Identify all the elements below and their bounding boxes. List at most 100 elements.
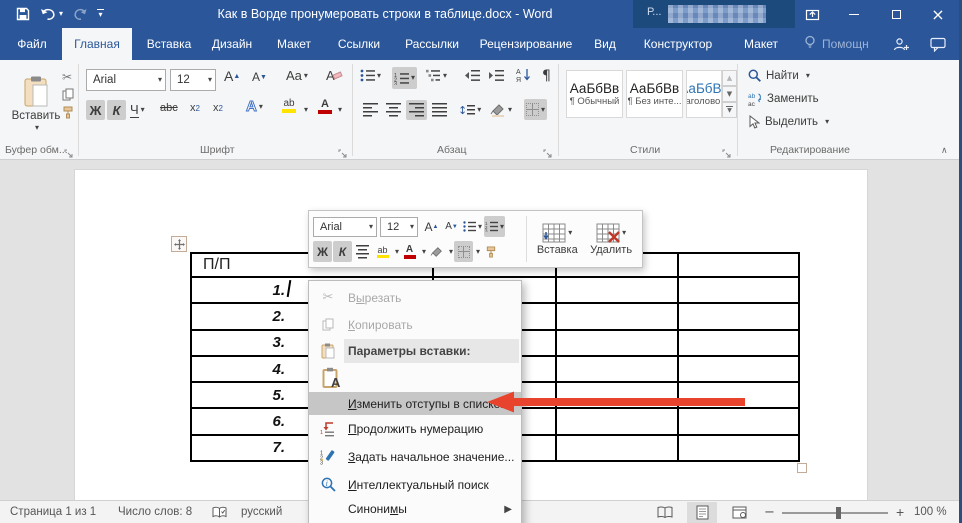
sort-button[interactable]: АЯ (516, 67, 531, 82)
tab-view[interactable]: Вид (583, 28, 627, 60)
comments-icon[interactable] (930, 28, 946, 60)
mini-highlight-button[interactable]: ab (373, 241, 392, 262)
justify-button[interactable] (429, 100, 450, 120)
tab-mailings[interactable]: Рассылки (396, 28, 468, 60)
maximize-button[interactable] (875, 0, 917, 28)
tab-table-design[interactable]: Конструктор (638, 28, 718, 60)
grow-font-button[interactable]: A▲ (224, 68, 240, 84)
table-cell[interactable] (679, 304, 800, 330)
menu-item-paste-keep-text[interactable]: A (309, 364, 521, 392)
superscript-button[interactable]: x2 (213, 102, 223, 114)
font-size-combo[interactable]: 12▾ (170, 69, 216, 91)
close-button[interactable]: × (917, 0, 959, 28)
mini-font-color-button[interactable]: А (400, 241, 419, 262)
tab-table-layout[interactable]: Макет (732, 28, 790, 60)
italic-button[interactable]: К (107, 100, 126, 120)
mini-borders-dropdown-icon[interactable]: ▾ (476, 248, 480, 256)
align-left-button[interactable] (360, 100, 381, 120)
mini-font-color-dropdown-icon[interactable]: ▾ (422, 248, 426, 256)
mini-shading-dropdown-icon[interactable]: ▾ (449, 248, 453, 256)
menu-item-synonyms[interactable]: Синонимы ▶ (309, 498, 521, 520)
tab-review[interactable]: Рецензирование (474, 28, 578, 60)
bold-button[interactable]: Ж (86, 100, 105, 120)
select-button[interactable]: Выделить▾ (748, 115, 829, 129)
mini-font-size-combo[interactable]: 12▾ (380, 217, 418, 237)
menu-item-smart-lookup[interactable]: i Интеллектуальный поиск (309, 471, 521, 498)
zoom-slider-track[interactable] (782, 512, 888, 514)
language-indicator[interactable]: русский (241, 501, 282, 523)
table-cell[interactable] (557, 436, 679, 462)
zoom-in-button[interactable]: + (896, 501, 904, 523)
ribbon-display-options-icon[interactable] (791, 0, 833, 28)
table-cell[interactable] (557, 304, 679, 330)
mini-shading-button[interactable] (427, 241, 446, 262)
mini-grow-font-button[interactable]: A▲ (422, 216, 441, 237)
change-case-button[interactable]: Aa▾ (286, 68, 308, 83)
subscript-button[interactable]: x2 (190, 102, 200, 114)
mini-delete-table-button[interactable]: ▾ Удалить (584, 214, 638, 264)
styles-scroll-up-icon[interactable]: ▲ (722, 70, 737, 86)
zoom-slider-thumb[interactable] (836, 507, 841, 519)
borders-button[interactable]: ▾ (524, 99, 547, 120)
font-color-dropdown-icon[interactable]: ▾ (338, 106, 342, 114)
numbering-button[interactable]: 123▾ (392, 67, 417, 89)
table-cell[interactable] (679, 436, 800, 462)
mini-format-painter-icon[interactable] (481, 241, 500, 262)
table-cell[interactable] (557, 331, 679, 357)
styles-scroll-down-icon[interactable]: ▼ (722, 86, 737, 102)
format-painter-icon[interactable] (62, 106, 74, 119)
styles-dialog-launcher-icon[interactable] (722, 145, 732, 155)
table-cell[interactable] (679, 357, 800, 383)
table-cell[interactable] (679, 331, 800, 357)
tell-me-help[interactable]: Помощн (804, 28, 869, 60)
cut-icon[interactable]: ✂ (62, 70, 72, 84)
undo-dropdown-icon[interactable]: ▾ (59, 10, 63, 18)
save-icon[interactable] (16, 7, 30, 21)
mini-align-center-button[interactable] (353, 241, 372, 262)
tab-insert[interactable]: Вставка (140, 28, 198, 60)
print-layout-icon[interactable] (687, 502, 717, 523)
table-resize-handle[interactable] (797, 463, 807, 473)
increase-indent-button[interactable] (488, 69, 504, 82)
clear-formatting-button[interactable]: A (326, 68, 342, 83)
shading-button[interactable]: ▾ (490, 100, 512, 120)
align-center-button[interactable] (383, 100, 404, 120)
zoom-out-button[interactable]: − (764, 501, 775, 523)
web-layout-icon[interactable] (724, 502, 754, 523)
paste-keep-text-icon[interactable]: A (320, 367, 344, 389)
table-cell[interactable] (679, 254, 800, 278)
mini-bullets-button[interactable]: ▾ (462, 216, 483, 237)
align-right-button[interactable] (406, 100, 427, 120)
table-cell[interactable] (557, 357, 679, 383)
minimize-button[interactable] (833, 0, 875, 28)
line-spacing-button[interactable]: ↕▾ (458, 100, 481, 120)
tab-references[interactable]: Ссылки (330, 28, 388, 60)
table-cell[interactable] (679, 278, 800, 304)
page-indicator[interactable]: Страница 1 из 1 (10, 501, 96, 523)
highlight-dropdown-icon[interactable]: ▾ (304, 106, 308, 114)
strikethrough-button[interactable]: abc (160, 102, 178, 114)
text-effects-button[interactable]: A▾ (246, 98, 263, 115)
mini-bold-button[interactable]: Ж (313, 241, 332, 262)
style-no-spacing[interactable]: АаБбВв ¶ Без инте... (626, 70, 683, 118)
redo-button[interactable] (73, 8, 87, 21)
table-cell[interactable] (679, 409, 800, 435)
mini-borders-button[interactable] (454, 241, 473, 262)
mini-highlight-dropdown-icon[interactable]: ▾ (395, 248, 399, 256)
mini-italic-button[interactable]: К (333, 241, 352, 262)
tab-home[interactable]: Главная (62, 28, 132, 60)
paste-button[interactable]: Вставить ▾ (10, 66, 62, 142)
table-cell[interactable] (557, 278, 679, 304)
underline-button[interactable]: Ч▾ (130, 100, 145, 120)
tab-design[interactable]: Дизайн (203, 28, 261, 60)
clipboard-dialog-launcher-icon[interactable] (64, 145, 74, 155)
replace-button[interactable]: abac Заменить (748, 92, 819, 106)
shrink-font-button[interactable]: A▼ (252, 70, 267, 84)
style-normal[interactable]: АаБбВв ¶ Обычный (566, 70, 623, 118)
undo-button[interactable]: ▾ (40, 8, 63, 21)
copy-icon[interactable] (62, 88, 74, 101)
tab-layout[interactable]: Макет (266, 28, 322, 60)
menu-item-continue-numbering[interactable]: 1 Продолжить нумерацию (309, 415, 521, 443)
font-color-button[interactable]: А (318, 98, 332, 114)
show-marks-button[interactable]: ¶ (542, 68, 551, 84)
